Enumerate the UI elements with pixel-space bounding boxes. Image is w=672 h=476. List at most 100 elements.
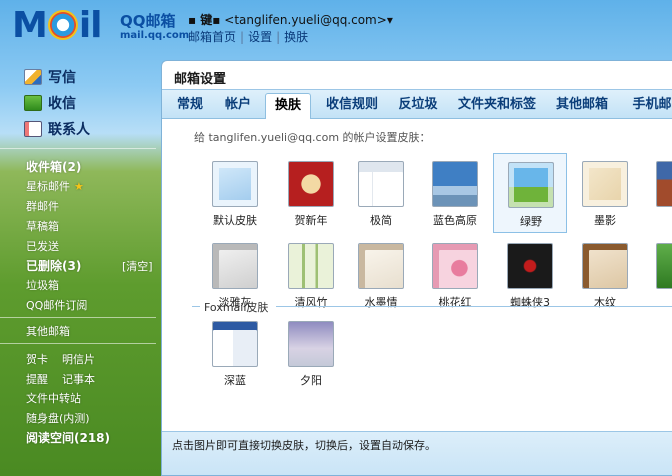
foxmail-section-header: Foxmail皮肤: [192, 299, 672, 314]
skin-green-field[interactable]: 绿野: [493, 153, 567, 233]
folder-inbox[interactable]: 收件箱(2): [26, 158, 81, 175]
skin-label: 贺新年: [294, 214, 328, 227]
tab-folders-labels[interactable]: 文件夹和标签: [452, 93, 542, 119]
file-transfer-link[interactable]: 文件中转站: [26, 390, 81, 406]
tab-mobile[interactable]: 手机邮: [622, 93, 672, 119]
tab-rules[interactable]: 收信规则: [316, 93, 388, 119]
skin-ink-shadow-thumb: [582, 161, 628, 207]
folder-deleted[interactable]: 已删除(3): [26, 257, 81, 274]
logo-o-icon: [47, 10, 78, 40]
skin-label: 墨影: [594, 214, 616, 227]
folder-sent[interactable]: 已发送: [26, 238, 59, 254]
skin-blue-plateau-thumb: [432, 161, 478, 207]
notepad-link[interactable]: 记事本: [62, 371, 95, 387]
reading-space-link[interactable]: 阅读空间(218): [26, 429, 110, 446]
nav-divider: [0, 317, 156, 318]
left-navigation: 写信 收信 联系人 收件箱(2) 星标邮件 ★ 群邮件 草稿箱 已发送 已删除(3…: [0, 60, 160, 476]
compose-label: 写信: [48, 70, 76, 86]
nav-divider: [0, 343, 156, 344]
divider: [192, 306, 200, 307]
contacts-label: 联系人: [48, 122, 90, 138]
skin-ink-wash-thumb: [358, 243, 404, 289]
skin-bamboo-thumb: [288, 243, 334, 289]
skin-sky-thumb: [656, 161, 672, 207]
divider: |: [276, 30, 281, 44]
skin-sunset-thumb: [288, 321, 334, 367]
other-mailbox-link[interactable]: 其他邮箱: [26, 323, 70, 339]
tab-skin[interactable]: 换肤: [265, 93, 311, 120]
logo-wordmark: Mil: [12, 5, 103, 46]
skin-intro: 给 tanglifen.yueli@qq.com 的帐户设置皮肤：: [194, 131, 431, 144]
skin-ink-shadow[interactable]: 墨影: [568, 155, 642, 233]
chevron-down-icon[interactable]: ▾: [387, 13, 393, 27]
folder-group[interactable]: 群邮件: [26, 198, 59, 214]
footer-hint: 点击图片即可直接切换皮肤，切换后，设置自动保存。: [172, 439, 436, 452]
brand-url: mail.qq.com: [120, 30, 190, 41]
skin-default-thumb: [212, 161, 258, 207]
skin-label: 天: [642, 212, 672, 228]
skin-content: 给 tanglifen.yueli@qq.com 的帐户设置皮肤： 默认皮肤 贺…: [162, 119, 672, 431]
settings-tabs: 常规 帐户 换肤 收信规则 反垃圾 文件夹和标签 其他邮箱 手机邮: [162, 89, 672, 120]
folder-drafts[interactable]: 草稿箱: [26, 218, 59, 234]
skin-default[interactable]: 默认皮肤: [198, 155, 272, 233]
skin-sunset[interactable]: 夕阳: [274, 315, 348, 393]
skin-peach-blossom-thumb: [432, 243, 478, 289]
divider: [276, 306, 672, 307]
nav-divider: [0, 148, 156, 149]
disk-link[interactable]: 随身盘(内测): [26, 410, 90, 426]
folder-starred[interactable]: 星标邮件 ★: [26, 178, 84, 194]
tab-other-mailbox[interactable]: 其他邮箱: [552, 93, 612, 119]
skin-label: 夕阳: [300, 374, 322, 387]
skin-green-field-thumb: [508, 162, 554, 208]
skin-spiderman3-thumb: [507, 243, 553, 289]
folder-starred-label: 星标邮件: [26, 180, 70, 193]
folder-spam[interactable]: 垃圾箱: [26, 277, 59, 293]
compose-icon: [24, 69, 42, 85]
skin-minimal-thumb: [358, 161, 404, 207]
divider: |: [240, 30, 245, 44]
skin-label: 深蓝: [224, 374, 246, 387]
top-links: 邮箱首页 | 设置 | 换肤: [188, 28, 308, 45]
mail-home-link[interactable]: 邮箱首页: [188, 30, 236, 44]
skin-blue-plateau[interactable]: 蓝色高原: [418, 155, 492, 233]
panel-footer: 点击图片即可直接切换皮肤，切换后，设置自动保存。: [162, 431, 672, 475]
folder-subscribe[interactable]: QQ邮件订阅: [26, 297, 87, 313]
skin-wood-grain-thumb: [582, 243, 628, 289]
compose-button[interactable]: 写信: [0, 64, 158, 90]
skin-deep-blue[interactable]: 深蓝: [198, 315, 272, 393]
settings-panel: 邮箱设置 常规 帐户 换肤 收信规则 反垃圾 文件夹和标签 其他邮箱 手机邮 给…: [161, 60, 672, 476]
skin-label: 蓝色高原: [433, 214, 477, 227]
receive-label: 收信: [48, 96, 76, 112]
tab-account[interactable]: 帐户: [218, 93, 258, 119]
account-selector[interactable]: ▪ 键▪ <tanglifen.yueli@qq.com>▾: [188, 11, 393, 28]
foxmail-label: Foxmail皮肤: [204, 301, 269, 314]
skin-label: 绿野: [520, 215, 542, 228]
skin-sky[interactable]: 天: [642, 155, 672, 233]
inbox-icon: [24, 95, 42, 111]
skin-deep-blue-thumb: [212, 321, 258, 367]
clear-trash-link[interactable]: [清空]: [122, 258, 153, 274]
greeting-card-link[interactable]: 贺卡: [26, 351, 48, 367]
skin-sport-thumb: [656, 243, 672, 289]
settings-link[interactable]: 设置: [248, 30, 272, 44]
postcard-link[interactable]: 明信片: [62, 351, 95, 367]
tab-general[interactable]: 常规: [170, 93, 210, 119]
skin-minimal[interactable]: 极简: [344, 155, 418, 233]
skin-new-year[interactable]: 贺新年: [274, 155, 348, 233]
change-skin-link[interactable]: 换肤: [284, 30, 308, 44]
star-icon: ★: [74, 180, 84, 193]
receive-button[interactable]: 收信: [0, 90, 158, 116]
contacts-icon: [24, 121, 42, 137]
skin-label: 极简: [370, 214, 392, 227]
brand-name: QQ邮箱: [120, 12, 176, 30]
contacts-button[interactable]: 联系人: [0, 116, 158, 142]
skin-label: 默认皮肤: [213, 214, 257, 227]
skin-new-year-thumb: [288, 161, 334, 207]
tab-antispam[interactable]: 反垃圾: [390, 93, 446, 119]
user-name: ▪ 键▪: [188, 13, 221, 27]
qq-mail-logo[interactable]: Mil QQ邮箱 mail.qq.com: [12, 5, 189, 46]
page-title: 邮箱设置: [174, 72, 227, 87]
skin-elegant-gray-thumb: [212, 243, 258, 289]
header: Mil QQ邮箱 mail.qq.com ▪ 键▪ <tanglifen.yue…: [0, 0, 672, 58]
reminder-link[interactable]: 提醒: [26, 371, 48, 387]
